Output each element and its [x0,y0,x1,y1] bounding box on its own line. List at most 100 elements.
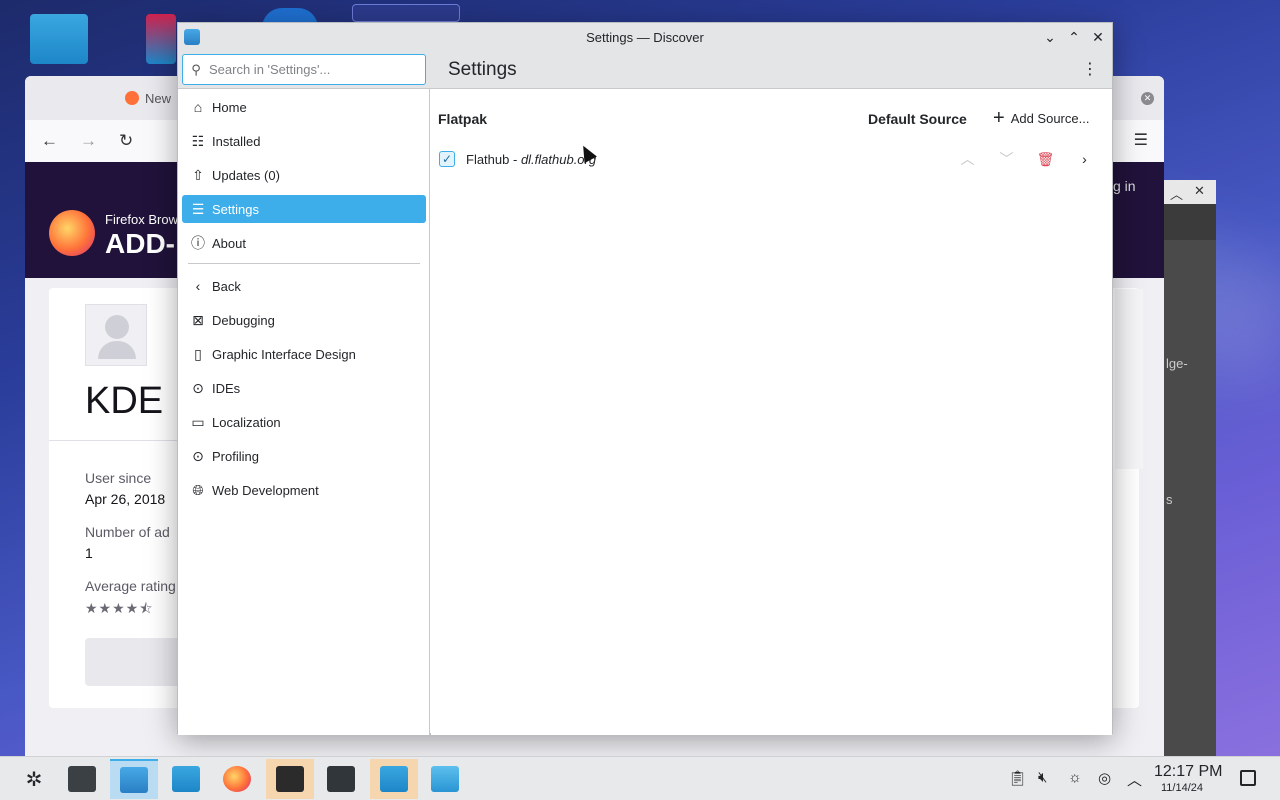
minimize-icon[interactable]: ⌄ [1040,27,1060,47]
taskbar-app[interactable] [266,759,314,799]
firefox-icon [223,766,251,792]
clock-date[interactable]: 11/14/24 [1161,782,1203,794]
settings-content: Flatpak Default Source + Add Source... ✓… [431,89,1112,735]
sidebar-item-label: Settings [212,201,259,217]
sidebar-item-label: Graphic Interface Design [212,346,356,362]
terminal-window-icon [276,766,304,792]
home-folder-icon [431,766,459,792]
user-since-value: Apr 26, 2018 [85,491,166,507]
desktop-folder-icon[interactable] [30,14,88,64]
sidebar-item-label: Installed [212,133,261,149]
avatar-body [98,341,136,359]
add-source-button[interactable]: + Add Source... [993,108,1090,128]
move-up-icon[interactable]: ︿ [948,147,987,171]
chevron-right-icon[interactable]: › [1065,147,1104,171]
sidebar-item-ides[interactable]: ⊙ IDEs [182,374,426,402]
window-titlebar: Settings — Discover ⌄ ⌃ ✕ [178,23,1112,51]
side-panel [1115,289,1143,469]
sidebar-item-label: About [212,235,246,251]
ide-icon: ⊙ [192,379,204,396]
debugging-icon: ⊠ [192,311,204,328]
sidebar-item-back[interactable]: ‹ Back [182,272,426,300]
reload-icon[interactable]: ↻ [119,131,133,151]
window-title: Settings — Discover [586,29,704,45]
source-enabled-checkbox[interactable]: ✓ [439,151,455,167]
home-icon: ⌂ [193,99,203,115]
source-separator: - [509,151,521,167]
app-launcher-button[interactable]: ✲ [10,759,58,799]
sidebar-item-web-development[interactable]: 🌐︎ Web Development [182,476,426,504]
search-icon: ⚲ [191,61,201,77]
num-addons-value: 1 [85,545,93,561]
page-title: Settings [448,59,517,80]
section-title: Flatpak [438,111,488,127]
brand-line: Firefox Brow [105,212,178,227]
delete-icon[interactable]: 🗑︎ [1026,147,1065,171]
chevron-up-icon[interactable]: ︿ [1127,769,1142,790]
forward-arrow-icon[interactable]: → [80,131,97,151]
fragment-text: lge- [1166,356,1188,371]
sidebar-item-debugging[interactable]: ⊠ Debugging [182,306,426,334]
background-window [1164,180,1216,756]
close-icon[interactable]: ✕ [1194,183,1205,199]
chevron-left-icon: ‹ [195,278,201,294]
clipboard-icon[interactable]: 📋︎ [1008,769,1027,787]
desktop-app-icon[interactable] [352,4,460,22]
web-dev-icon: 🌐︎ [192,481,204,498]
show-desktop-button[interactable] [1240,770,1256,786]
profiling-icon: ⊙ [192,447,204,464]
discover-app-icon [120,767,148,793]
firefox-tab[interactable]: New [125,91,171,106]
chevron-up-icon[interactable]: ︿ [1170,184,1183,203]
sidebar-item-label: Web Development [212,482,319,498]
menu-icon[interactable]: ☰ [1134,130,1148,150]
info-icon: ⓘ [191,235,205,251]
settings-icon: ☰ [191,200,205,217]
taskbar-app[interactable] [58,759,106,799]
profile-name: KDE [85,380,164,422]
taskbar-app[interactable] [162,759,210,799]
desktop-app-icon[interactable] [146,14,176,64]
move-down-icon[interactable]: ﹀ [987,147,1026,171]
source-label: Flathub - dl.flathub.org [466,152,596,167]
sidebar-item-label: Back [212,278,241,294]
source-name: Flathub [466,151,510,167]
gui-design-icon: ▯ [194,345,202,362]
sidebar-item-home[interactable]: ⌂ Home [182,93,426,121]
sidebar-item-graphic-interface-design[interactable]: ▯ Graphic Interface Design [182,340,426,368]
clock-time[interactable]: 12:17 PM [1154,763,1222,781]
overflow-menu-icon[interactable]: ⋮ [1082,59,1098,79]
folder-icon [172,766,200,792]
discover-app-icon [184,29,200,45]
taskbar-app[interactable] [421,759,469,799]
add-source-label: Add Source... [1010,110,1090,126]
sidebar-item-label: Debugging [212,312,275,328]
source-row[interactable]: ✓ Flathub - dl.flathub.org ︿ ﹀ 🗑︎ › [439,147,1104,171]
sidebar-item-profiling[interactable]: ⊙ Profiling [182,442,426,470]
search-field[interactable]: ⚲ [182,54,426,85]
sidebar-item-about[interactable]: ⓘ About [182,229,426,257]
taskbar-app-discover[interactable] [110,759,158,799]
back-arrow-icon[interactable]: ← [41,131,58,151]
brightness-icon[interactable]: ☼ [1068,769,1082,786]
updates-icon: ⇧ [192,166,204,183]
search-input[interactable] [209,62,409,77]
sidebar-item-label: Home [212,99,247,115]
sidebar-item-label: Profiling [212,448,259,464]
taskbar-app[interactable] [370,759,418,799]
installed-icon: ☷ [191,132,205,149]
sidebar-item-updates[interactable]: ⇧ Updates (0) [182,161,426,189]
sidebar-item-settings[interactable]: ☰ Settings [182,195,426,223]
close-icon[interactable]: ✕ [1141,92,1154,105]
network-icon[interactable]: ◎ [1098,769,1111,787]
sidebar-item-localization[interactable]: ▭ Localization [182,408,426,436]
taskbar-app-firefox[interactable] [213,759,261,799]
sidebar-item-installed[interactable]: ☷ Installed [182,127,426,155]
volume-muted-icon[interactable]: 🔇︎ [1038,769,1047,786]
source-actions: ︿ ﹀ 🗑︎ › [948,147,1104,171]
avg-rating-label: Average rating [85,578,176,594]
close-icon[interactable]: ✕ [1088,27,1108,47]
maximize-icon[interactable]: ⌃ [1064,27,1084,47]
profile-button[interactable] [85,638,185,686]
taskbar-app[interactable] [317,759,365,799]
